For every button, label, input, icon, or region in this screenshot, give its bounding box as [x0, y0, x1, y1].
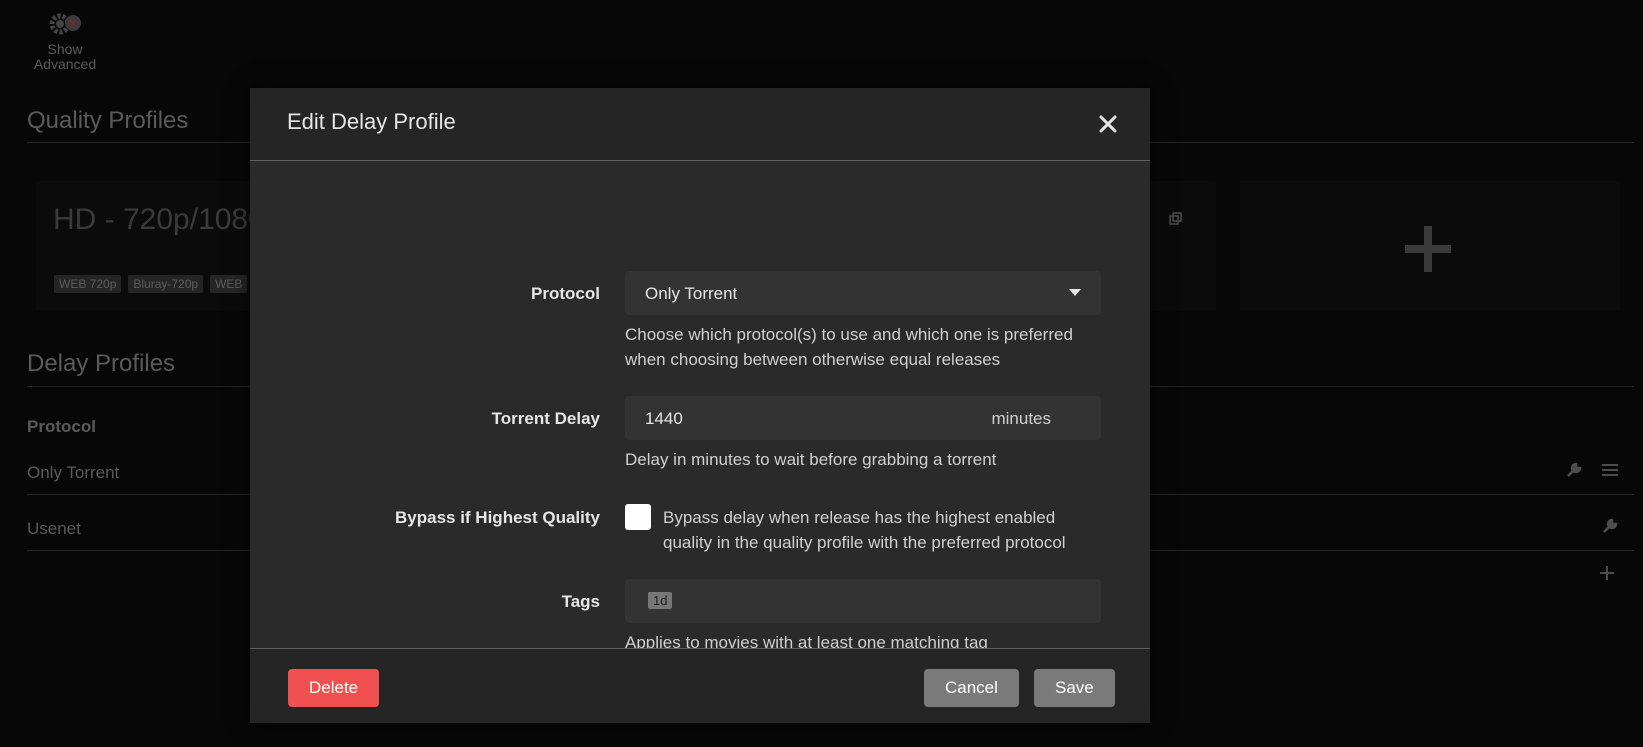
chevron-down-icon — [1069, 289, 1081, 296]
protocol-select[interactable]: Only Torrent — [625, 271, 1101, 315]
tags-label: Tags — [561, 592, 600, 611]
edit-delay-profile-modal: Edit Delay Profile Protocol Only Torrent… — [250, 88, 1150, 723]
torrent-delay-label: Torrent Delay — [491, 409, 600, 428]
bypass-help: Bypass delay when release has the highes… — [663, 508, 1066, 552]
torrent-delay-value: 1440 — [645, 409, 683, 428]
torrent-delay-unit: minutes — [991, 409, 1051, 428]
protocol-select-value: Only Torrent — [645, 284, 738, 303]
protocol-label: Protocol — [531, 284, 600, 303]
torrent-delay-help: Delay in minutes to wait before grabbing… — [625, 450, 997, 469]
delete-button[interactable]: Delete — [288, 669, 380, 707]
modal-title: Edit Delay Profile — [287, 109, 456, 134]
save-button[interactable]: Save — [1034, 669, 1115, 707]
torrent-delay-input[interactable]: 1440 minutes — [625, 396, 1101, 440]
tag-chip[interactable]: 1d — [648, 592, 673, 609]
bypass-checkbox[interactable] — [625, 504, 651, 530]
modal-body: Protocol Only Torrent Choose which proto… — [250, 161, 1150, 652]
cancel-button[interactable]: Cancel — [924, 669, 1019, 707]
bypass-label: Bypass if Highest Quality — [395, 508, 600, 527]
modal-footer: Delete Cancel Save — [250, 648, 1150, 723]
protocol-help: Choose which protocol(s) to use and whic… — [625, 325, 1073, 369]
tags-input[interactable]: 1d — [625, 579, 1101, 623]
close-icon[interactable] — [1093, 109, 1123, 139]
modal-header: Edit Delay Profile — [250, 88, 1150, 161]
